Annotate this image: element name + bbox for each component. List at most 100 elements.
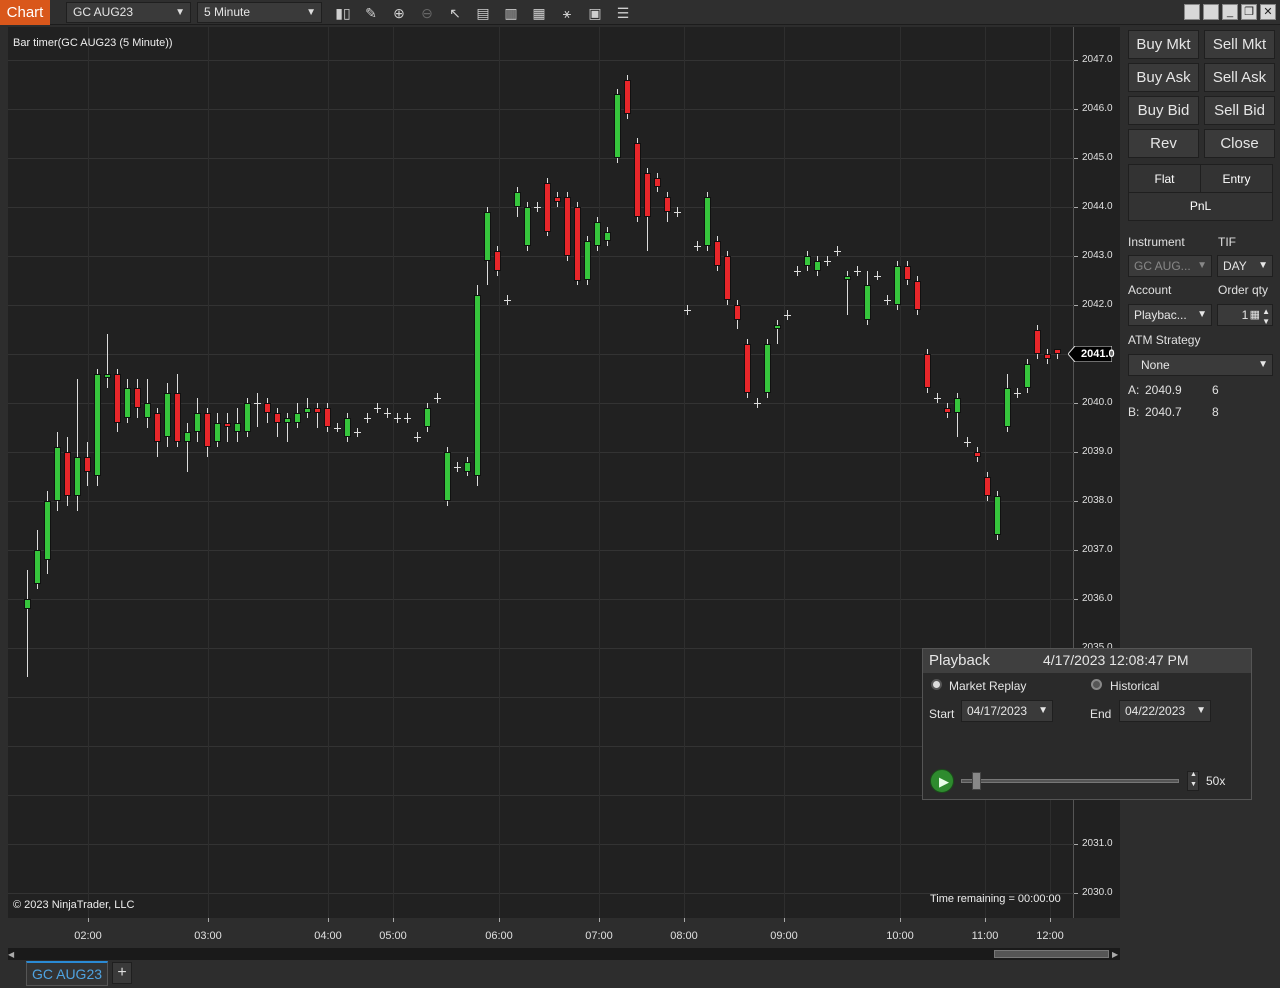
time-axis[interactable]: 02:00 03:00 04:00 05:00 06:00 07:00 08:00 09:00… (8, 918, 1120, 948)
chart-scrollbar[interactable]: ◀ ▶ (8, 948, 1120, 960)
time-tick (208, 918, 209, 922)
candle-body (824, 260, 831, 262)
price-chart[interactable]: Bar timer(GC AUG23 (5 Minute)) © 2023 Ni… (8, 27, 1074, 918)
atm-strategy-select[interactable]: None ▼ (1128, 354, 1273, 376)
close-position-button[interactable]: Close (1204, 129, 1275, 158)
grid-line-vertical (499, 27, 500, 918)
grid-line-horizontal (8, 599, 1074, 600)
market-replay-radio[interactable] (931, 679, 942, 690)
chart-window-tab[interactable]: Chart (0, 0, 50, 25)
last-price-label: 2041.0 (1081, 348, 1115, 360)
price-tick-label: 2047.0 (1082, 54, 1113, 65)
candle-body (174, 393, 181, 443)
grid-line-horizontal (8, 158, 1074, 159)
reverse-button[interactable]: Rev (1128, 129, 1199, 158)
candle-body (864, 285, 871, 320)
speed-slider-track[interactable] (961, 779, 1179, 783)
playback-header: Playback 4/17/2023 12:08:47 PM (923, 649, 1251, 673)
order-qty-stepper[interactable]: 1 ▦ ▲ ▼ (1217, 304, 1273, 326)
spin-down-icon[interactable]: ▼ (1262, 312, 1270, 332)
ask-label: A: (1128, 383, 1140, 397)
properties-icon[interactable]: ▥ (501, 3, 521, 23)
candle-body (84, 456, 91, 472)
start-date-value: 04/17/2023 (967, 704, 1028, 718)
historical-radio[interactable] (1091, 679, 1102, 690)
candle-body (814, 260, 821, 271)
candle-body (494, 251, 501, 271)
instrument-label: Instrument (1128, 235, 1185, 249)
bar-type-icon[interactable]: ▮▯ (333, 3, 353, 23)
tif-select[interactable]: DAY ▼ (1217, 255, 1273, 277)
price-tick-label: 2039.0 (1082, 446, 1113, 457)
price-tick-label: 2030.0 (1082, 887, 1113, 898)
play-icon: ▶ (939, 774, 949, 789)
candle-wick (187, 422, 188, 472)
time-tick-label: 09:00 (770, 930, 798, 942)
candle-wick (317, 403, 318, 428)
scroll-left-icon[interactable]: ◀ (8, 950, 14, 959)
spin-down-icon[interactable]: ▼ (1190, 781, 1197, 788)
end-date-picker[interactable]: 04/22/2023 ▼ (1119, 700, 1211, 722)
sell-ask-button[interactable]: Sell Ask (1204, 63, 1275, 92)
templates-icon[interactable]: ▣ (585, 3, 605, 23)
time-tick-label: 03:00 (194, 930, 222, 942)
account-select[interactable]: Playbac... ▼ (1128, 304, 1212, 326)
scroll-right-icon[interactable]: ▶ (1112, 950, 1118, 959)
candle-body (514, 192, 521, 207)
candle-body (194, 412, 201, 433)
candle-body (544, 182, 551, 232)
spin-up-icon[interactable]: ▲ (1190, 771, 1197, 778)
zoom-out-icon[interactable]: ⊖ (417, 3, 437, 23)
tab-gc-aug23[interactable]: GC AUG23 (26, 961, 108, 986)
price-tick-label: 2036.0 (1082, 593, 1113, 604)
tif-select-value: DAY (1223, 259, 1247, 273)
restore-icon[interactable]: ❐ (1241, 4, 1257, 20)
pointer-icon[interactable]: ↖ (445, 3, 465, 23)
calculator-icon[interactable]: ▦ (1250, 305, 1260, 325)
speed-slider-thumb[interactable] (971, 772, 981, 790)
candle-body (674, 211, 681, 213)
candle-body (214, 422, 221, 443)
minimize-icon[interactable]: _ (1222, 4, 1238, 20)
sell-bid-button[interactable]: Sell Bid (1204, 96, 1275, 125)
add-tab-button[interactable]: + (112, 962, 132, 984)
zoom-in-icon[interactable]: ⊕ (389, 3, 409, 23)
time-tick-label: 06:00 (485, 930, 513, 942)
candle-body (124, 388, 131, 418)
grid-line-horizontal (8, 501, 1074, 502)
drawing-tools-icon[interactable]: ✎ (361, 3, 381, 23)
strategies-icon[interactable]: ⚹ (557, 3, 577, 23)
candle-body (854, 270, 861, 272)
buy-market-button[interactable]: Buy Mkt (1128, 30, 1199, 59)
grid-line-horizontal (8, 256, 1074, 257)
play-button[interactable]: ▶ (930, 769, 954, 793)
chevron-down-icon: ▼ (306, 7, 316, 18)
candle-body (1024, 363, 1031, 389)
instrument-select[interactable]: GC AUG... ▼ (1128, 255, 1212, 277)
candle-body (534, 207, 541, 208)
close-icon[interactable]: ✕ (1260, 4, 1276, 20)
chart-trader-icon[interactable]: ☰ (613, 3, 633, 23)
time-tick (900, 918, 901, 922)
time-tick-label: 02:00 (74, 930, 102, 942)
data-box-icon[interactable]: ▤ (473, 3, 493, 23)
candle-body (584, 241, 591, 281)
instrument-selector[interactable]: GC AUG23 ▼ (66, 2, 191, 23)
scrollbar-thumb[interactable] (994, 950, 1109, 958)
candle-body (274, 412, 281, 423)
buy-ask-button[interactable]: Buy Ask (1128, 63, 1199, 92)
buy-bid-button[interactable]: Buy Bid (1128, 96, 1199, 125)
candle-body (164, 393, 171, 438)
time-tick (599, 918, 600, 922)
start-date-picker[interactable]: 04/17/2023 ▼ (961, 700, 1053, 722)
interval-selector[interactable]: 5 Minute ▼ (197, 2, 322, 23)
indicators-icon[interactable]: ▦ (529, 3, 549, 23)
candle-body (554, 197, 561, 203)
tile-icon[interactable] (1184, 4, 1200, 20)
tile-icon[interactable] (1203, 4, 1219, 20)
sell-market-button[interactable]: Sell Mkt (1204, 30, 1275, 59)
candle-body (1034, 329, 1041, 354)
speed-stepper[interactable]: ▲ ▼ (1187, 771, 1199, 791)
candle-body (644, 172, 651, 217)
candle-body (34, 550, 41, 585)
